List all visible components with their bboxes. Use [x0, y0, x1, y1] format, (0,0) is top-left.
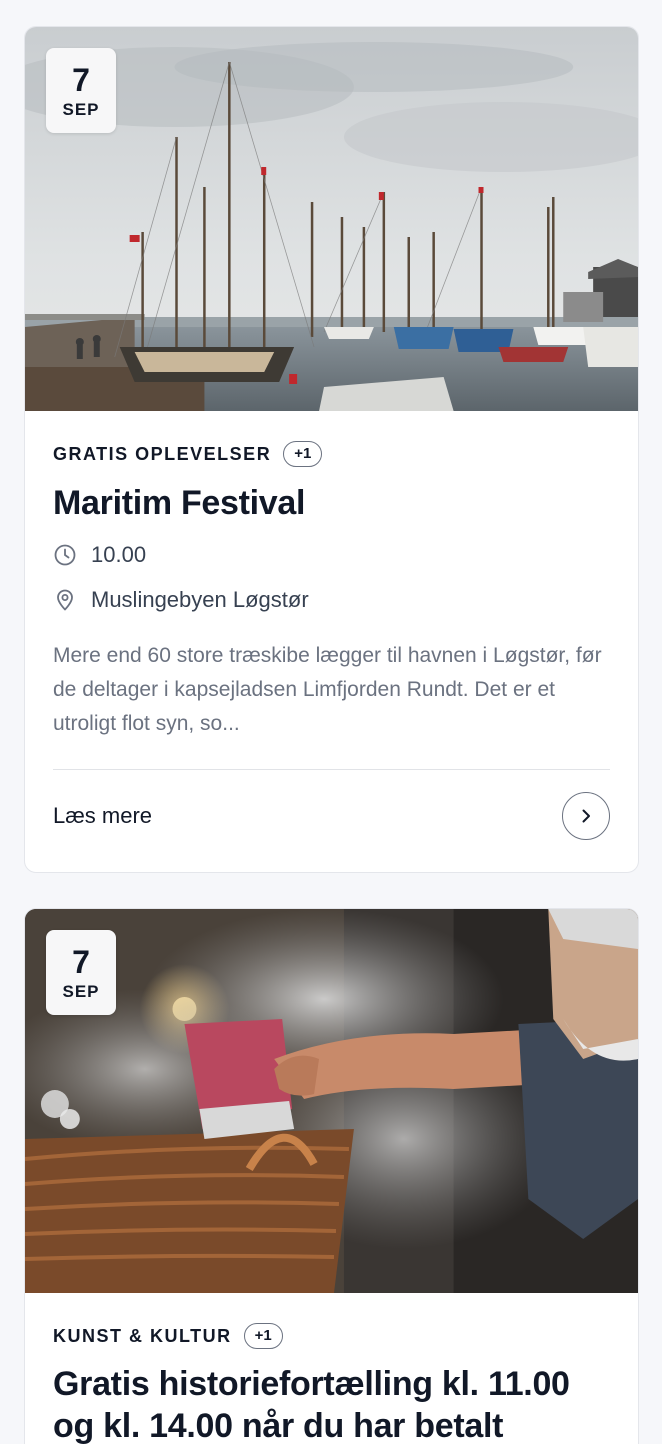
event-description: Mere end 60 store træskibe lægger til ha…: [53, 644, 602, 735]
chevron-right-icon: [582, 809, 590, 823]
event-time: 10.00: [91, 542, 147, 567]
date-day: 7: [72, 61, 90, 98]
category-label: GRATIS OPLEVELSER: [53, 443, 272, 464]
event-title[interactable]: Gratis historiefortælling kl. 11.00 og k…: [53, 1363, 610, 1444]
event-title[interactable]: Maritim Festival: [53, 482, 610, 524]
event-location: Muslingebyen Løgstør: [91, 587, 309, 612]
event-image-harbor-ships: 7 SEP: [25, 27, 638, 411]
category-row: KUNST & KULTUR +1: [53, 1321, 610, 1351]
location-pin-icon: [53, 588, 77, 612]
read-more-link[interactable]: Læs mere: [53, 803, 152, 829]
date-badge: 7 SEP: [46, 930, 116, 1015]
date-badge: 7 SEP: [46, 48, 116, 133]
card-body: GRATIS OPLEVELSER +1 Maritim Festival 10…: [25, 439, 638, 862]
event-card[interactable]: 7 SEP GRATIS OPLEVELSER +1 Maritim Festi…: [24, 26, 639, 873]
event-time-row: 10.00: [53, 540, 610, 570]
category-label: KUNST & KULTUR: [53, 1325, 232, 1346]
date-month: SEP: [62, 981, 100, 1001]
date-month: SEP: [62, 99, 100, 119]
date-day: 7: [72, 943, 90, 980]
clock-icon: [53, 543, 77, 567]
event-card[interactable]: 7 SEP KUNST & KULTUR +1 Gratis historief…: [24, 908, 639, 1444]
event-image-storyteller-smoke: 7 SEP: [25, 909, 638, 1293]
category-more-badge: +1: [243, 1323, 283, 1349]
read-more-button[interactable]: [562, 792, 610, 840]
category-more-badge: +1: [283, 441, 323, 467]
event-location-row: Muslingebyen Løgstør: [53, 585, 610, 615]
card-footer: Læs mere: [53, 770, 610, 862]
category-row: GRATIS OPLEVELSER +1: [53, 439, 610, 469]
card-body: KUNST & KULTUR +1 Gratis historiefortæll…: [25, 1321, 638, 1444]
